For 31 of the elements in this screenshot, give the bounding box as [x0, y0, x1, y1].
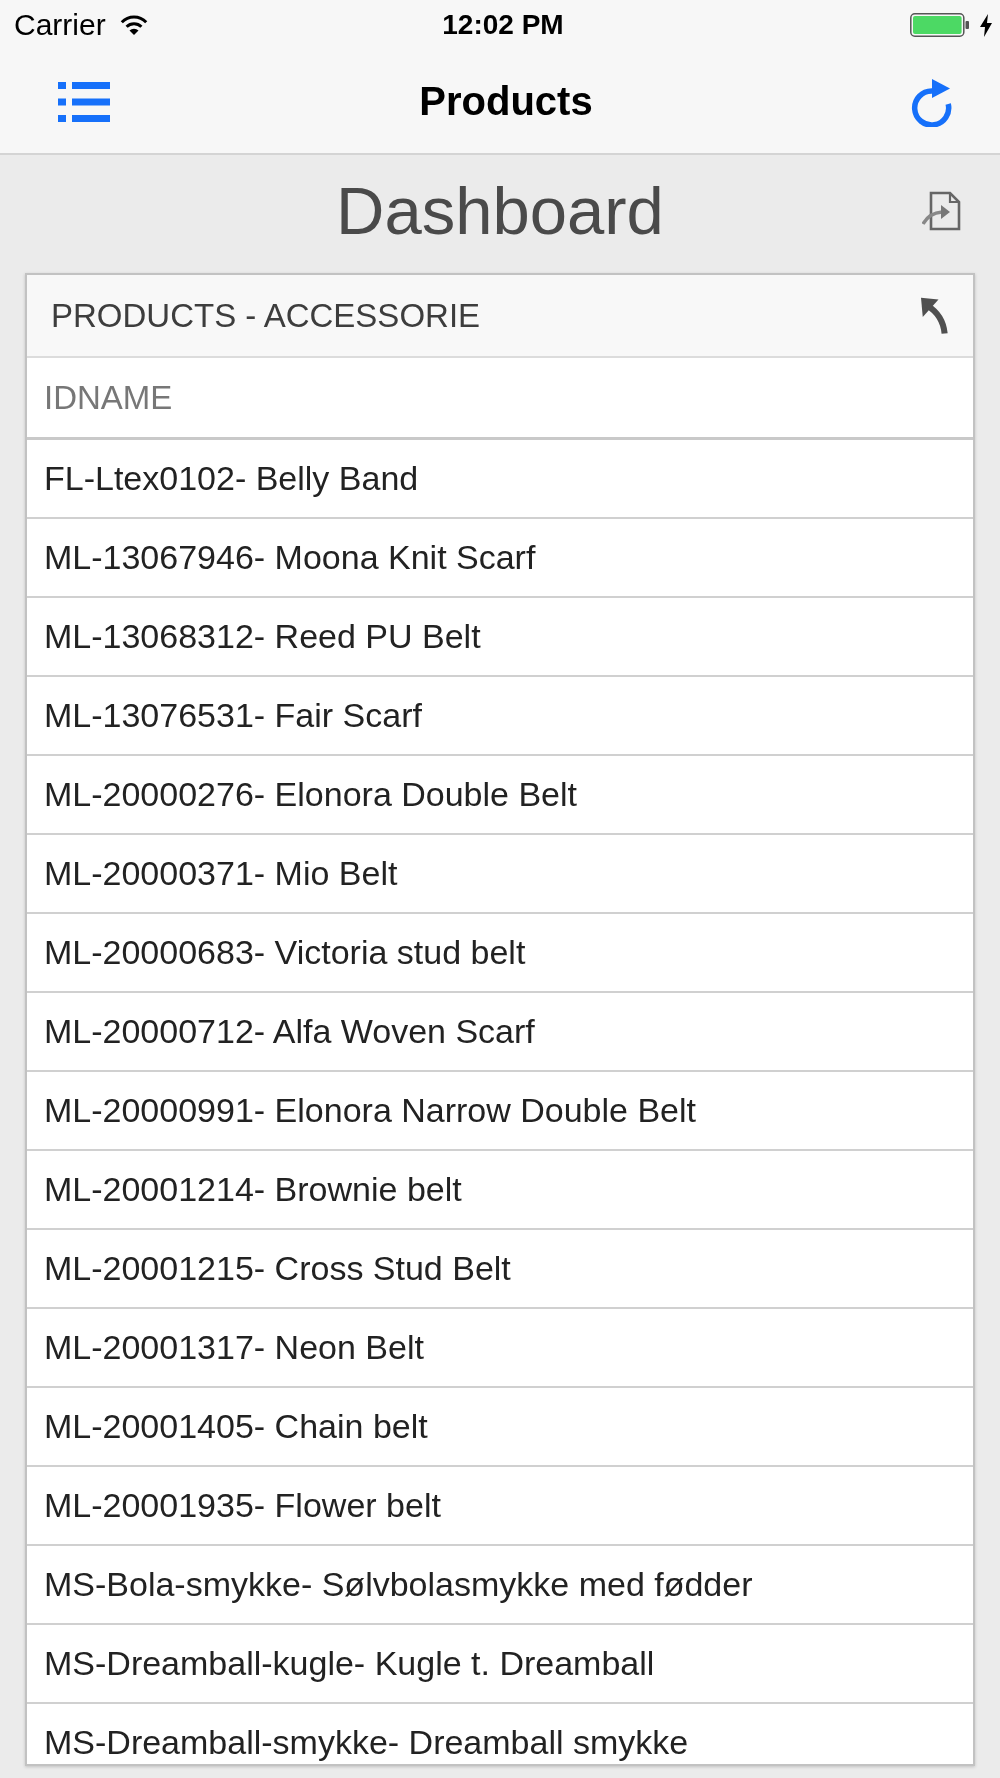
- export-icon: [922, 191, 962, 231]
- status-time: 12:02 PM: [442, 9, 564, 41]
- list-item[interactable]: ML-20000991- Elonora Narrow Double Belt: [27, 1072, 973, 1151]
- list-item[interactable]: ML-20000712- Alfa Woven Scarf: [27, 993, 973, 1072]
- battery-icon: [910, 13, 970, 37]
- collapse-button[interactable]: [921, 296, 949, 335]
- up-left-arrow-icon: [921, 296, 949, 335]
- list-item[interactable]: ML-13076531- Fair Scarf: [27, 677, 973, 756]
- list-item[interactable]: ML-20001214- Brownie belt: [27, 1151, 973, 1230]
- list-item[interactable]: ML-13067946- Moona Knit Scarf: [27, 519, 973, 598]
- list-item[interactable]: MS-Bola-smykke- Sølvbolasmykke med fødder: [27, 1546, 973, 1625]
- card-title: PRODUCTS - ACCESSORIE: [51, 296, 481, 335]
- list-item[interactable]: ML-20000371- Mio Belt: [27, 835, 973, 914]
- dashboard-title: Dashboard: [336, 172, 664, 250]
- list-item[interactable]: FL-Ltex0102- Belly Band: [27, 440, 973, 519]
- list-item[interactable]: ML-20000683- Victoria stud belt: [27, 914, 973, 993]
- list-item[interactable]: ML-20001405- Chain belt: [27, 1388, 973, 1467]
- list-item[interactable]: ML-20000276- Elonora Double Belt: [27, 756, 973, 835]
- nav-title: Products: [419, 79, 593, 124]
- list-item[interactable]: MS-Dreamball-smykke- Dreamball smykke: [27, 1704, 973, 1764]
- list-item[interactable]: ML-20001935- Flower belt: [27, 1467, 973, 1546]
- list-item[interactable]: ML-20001215- Cross Stud Belt: [27, 1230, 973, 1309]
- list-item[interactable]: ML-13068312- Reed PU Belt: [27, 598, 973, 677]
- list-icon: [58, 81, 110, 122]
- export-button[interactable]: [922, 191, 962, 231]
- carrier-label: Carrier: [14, 8, 106, 42]
- list-item[interactable]: MS-Dreamball-kugle- Kugle t. Dreamball: [27, 1625, 973, 1704]
- column-header: IDNAME: [27, 358, 973, 440]
- list-item[interactable]: ML-20001317- Neon Belt: [27, 1309, 973, 1388]
- menu-button[interactable]: [58, 81, 110, 122]
- wifi-icon: [119, 15, 148, 35]
